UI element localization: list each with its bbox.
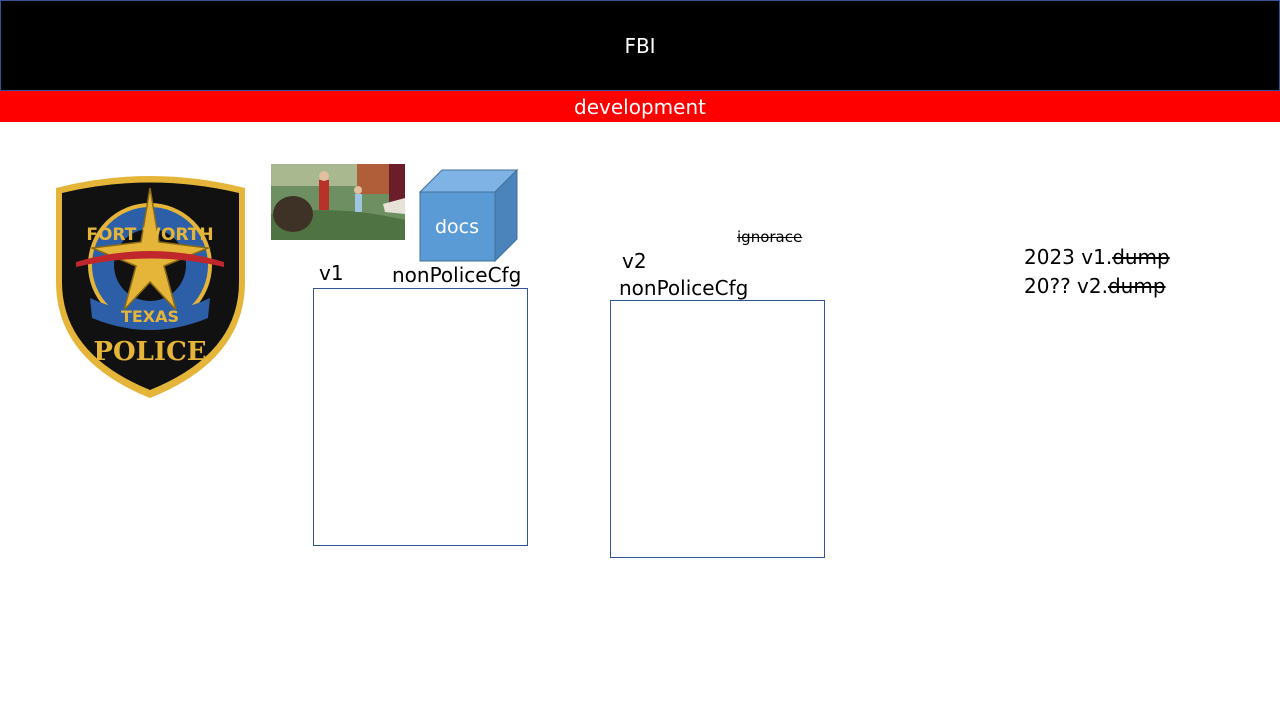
environment-banner: development: [0, 91, 1280, 122]
v2-config-label: nonPoliceCfg: [619, 276, 749, 300]
badge-top-text: FORT WORTH: [86, 225, 213, 245]
dump-prefix: 20?? v2.: [1024, 274, 1108, 298]
v1-version-label: v1: [319, 261, 344, 285]
page-title: FBI: [624, 33, 656, 58]
dump-prefix: 2023 v1.: [1024, 245, 1113, 269]
badge-middle-text: TEXAS: [121, 307, 179, 326]
v1-panel: [313, 288, 528, 546]
dump-line: 20?? v2.dump: [1024, 275, 1166, 297]
dump-struck-word: dump: [1107, 274, 1166, 298]
docs-cube-label: docs: [435, 216, 479, 238]
docs-cube-icon: docs: [419, 169, 518, 262]
police-badge-logo: FORT WORTH TEXAS POLICE: [56, 176, 245, 398]
v1-config-label: nonPoliceCfg: [392, 263, 522, 287]
painting-image: [271, 164, 405, 240]
v2-version-label: v2: [622, 249, 647, 273]
badge-bottom-text: POLICE: [93, 337, 206, 367]
dump-line: 2023 v1.dump: [1024, 246, 1170, 268]
v2-note-struck: ignorace: [737, 228, 803, 246]
title-bar: FBI: [0, 0, 1280, 91]
v2-panel: [610, 300, 825, 558]
dump-struck-word: dump: [1112, 245, 1170, 269]
environment-label: development: [574, 94, 706, 119]
